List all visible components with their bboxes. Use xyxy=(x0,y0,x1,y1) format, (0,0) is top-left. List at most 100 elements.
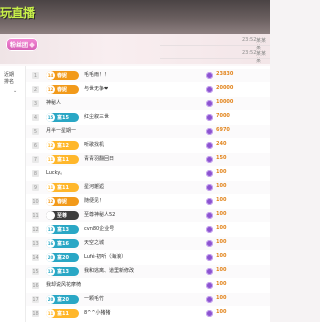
ranking-row[interactable]: 2 12 春妮 与世无争❤ 20000 xyxy=(26,83,270,96)
banner-title: 玩直播 xyxy=(0,6,35,20)
fan-level-badge: 13 富13 xyxy=(46,267,79,276)
fan-level-badge: 14 春妮 xyxy=(46,71,79,80)
contribution-score: 100 xyxy=(216,253,227,259)
contribution-score: 100 xyxy=(216,281,227,287)
ranking-row[interactable]: 3 神秘人 10000 xyxy=(26,97,270,110)
message-sender: 某某某 xyxy=(256,38,267,51)
user-name[interactable]: 至尊神秘人52 xyxy=(84,211,115,218)
contribution-score: 20000 xyxy=(216,85,234,91)
fan-level-badge: 20 富20 xyxy=(46,253,79,262)
fan-level-badge: 13 富13 xyxy=(46,225,79,234)
ranking-row[interactable]: 11 至尊 至尊神秘人52 100 xyxy=(26,209,270,222)
badge-label: 富12 xyxy=(57,143,69,149)
ranking-row[interactable]: 8 Lucky。 100 xyxy=(26,167,270,180)
contribution-score: 100 xyxy=(216,197,227,203)
fan-level-badge: 12 春妮 xyxy=(46,85,79,94)
message-divider xyxy=(160,45,270,46)
fan-level-badge: 12 春妮 xyxy=(46,197,79,206)
ranking-sidebar: 近期 排名 ⌄ xyxy=(0,66,26,322)
ranking-period-tab[interactable]: 近期 排名 xyxy=(4,72,22,86)
fan-level-badge: 15 富15 xyxy=(46,113,79,122)
fan-level-badge: 16 富16 xyxy=(46,239,79,248)
ranking-row[interactable]: 4 15 富15 红尘叙三世 7000 xyxy=(26,111,270,124)
rank-icon: 8 xyxy=(32,170,39,177)
badge-label: 富11 xyxy=(57,185,69,191)
coin-icon xyxy=(206,114,213,121)
ranking-row[interactable]: 1 14 春妮 毛毛雨！！ 23830 xyxy=(26,69,270,82)
coin-icon xyxy=(206,296,213,303)
contribution-score: 23830 xyxy=(216,71,234,77)
ranking-row[interactable]: 10 12 春妮 随便见！ 100 xyxy=(26,195,270,208)
ranking-row[interactable]: 5 月半一星期一 6970 xyxy=(26,125,270,138)
user-name[interactable]: 8^^小猪猪 xyxy=(84,309,111,316)
user-name[interactable]: 一颗毛竹 xyxy=(84,295,104,302)
user-name[interactable]: 与世无争❤ xyxy=(84,85,108,92)
ranking-row[interactable]: 16 我却说风花摩椅 100 xyxy=(26,279,270,292)
badge-label: 富11 xyxy=(57,311,69,317)
coin-icon xyxy=(206,240,213,247)
badge-level: 20 xyxy=(46,253,55,262)
user-name[interactable]: 红尘叙三世 xyxy=(84,113,109,120)
fan-level-badge: 至尊 xyxy=(46,211,79,220)
contribution-score: 100 xyxy=(216,169,227,175)
user-name[interactable]: 随便见！ xyxy=(84,197,104,204)
ranking-row[interactable]: 14 20 富20 Lufé·初听（海浪） 100 xyxy=(26,251,270,264)
user-name[interactable]: Lufé·初听（海浪） xyxy=(84,253,126,260)
chevron-down-icon[interactable]: ⌄ xyxy=(13,88,17,94)
ranking-row[interactable]: 15 13 富13 我和逃离、道里新修改 100 xyxy=(26,265,270,278)
live-banner: 玩直播 xyxy=(0,0,270,34)
rank-icon: 6 xyxy=(32,142,39,149)
user-name[interactable]: 毛毛雨！！ xyxy=(84,71,109,78)
chat-strip xyxy=(0,34,270,64)
badge-label: 富20 xyxy=(57,297,69,303)
badge-level: 13 xyxy=(46,267,55,276)
ranking-row[interactable]: 13 16 富16 天空之城 100 xyxy=(26,237,270,250)
badge-label: 富13 xyxy=(57,269,69,275)
fan-club-button[interactable]: 粉丝团 xyxy=(6,38,38,51)
badge-level xyxy=(46,211,55,220)
ranking-row[interactable]: 6 12 富12 听歌找机 240 xyxy=(26,139,270,152)
coin-icon xyxy=(206,282,213,289)
rank-icon: 2 xyxy=(32,86,39,93)
badge-level: 11 xyxy=(46,309,55,318)
ranking-row[interactable]: 12 13 富13 cvn80企业号 100 xyxy=(26,223,270,236)
ranking-row[interactable]: 9 11 富11 星河邂逅 100 xyxy=(26,181,270,194)
contribution-score: 6970 xyxy=(216,127,230,133)
badge-level: 12 xyxy=(46,197,55,206)
rank-icon: 9 xyxy=(32,184,39,191)
badge-level: 12 xyxy=(46,85,55,94)
rank-icon: 7 xyxy=(32,156,39,163)
user-name[interactable]: 青青羽翻回日 xyxy=(84,155,114,162)
ranking-row[interactable]: 18 11 富11 8^^小猪猪 100 xyxy=(26,307,270,320)
user-name[interactable]: 听歌找机 xyxy=(84,141,104,148)
ranking-row[interactable]: 17 20 富20 一颗毛竹 100 xyxy=(26,293,270,306)
badge-label: 春妮 xyxy=(57,199,68,205)
contribution-score: 100 xyxy=(216,211,227,217)
coin-icon xyxy=(206,156,213,163)
user-name[interactable]: 神秘人 xyxy=(46,99,61,106)
badge-level: 14 xyxy=(46,71,55,80)
rank-icon: 15 xyxy=(32,268,39,275)
user-name[interactable]: 天空之城 xyxy=(84,239,104,246)
coin-icon xyxy=(206,198,213,205)
user-name[interactable]: 我和逃离、道里新修改 xyxy=(84,267,134,274)
rank-icon: 1 xyxy=(32,72,39,79)
user-name[interactable]: cvn80企业号 xyxy=(84,225,114,232)
coin-icon xyxy=(206,170,213,177)
rank-icon: 3 xyxy=(32,100,39,107)
user-name[interactable]: 我却说风花摩椅 xyxy=(46,281,81,288)
rank-icon: 10 xyxy=(32,198,39,205)
ranking-row[interactable]: 7 11 富11 青青羽翻回日 150 xyxy=(26,153,270,166)
user-name[interactable]: 月半一星期一 xyxy=(46,127,76,134)
fan-level-badge: 11 富11 xyxy=(46,309,79,318)
rank-icon: 14 xyxy=(32,254,39,261)
rank-icon: 16 xyxy=(32,282,39,289)
user-name[interactable]: Lucky。 xyxy=(46,169,65,176)
rank-icon: 11 xyxy=(32,212,39,219)
rank-icon: 5 xyxy=(32,128,39,135)
badge-label: 富20 xyxy=(57,255,69,261)
badge-level: 11 xyxy=(46,155,55,164)
user-name[interactable]: 星河邂逅 xyxy=(84,183,104,190)
badge-level: 11 xyxy=(46,183,55,192)
badge-label: 富11 xyxy=(57,157,69,163)
